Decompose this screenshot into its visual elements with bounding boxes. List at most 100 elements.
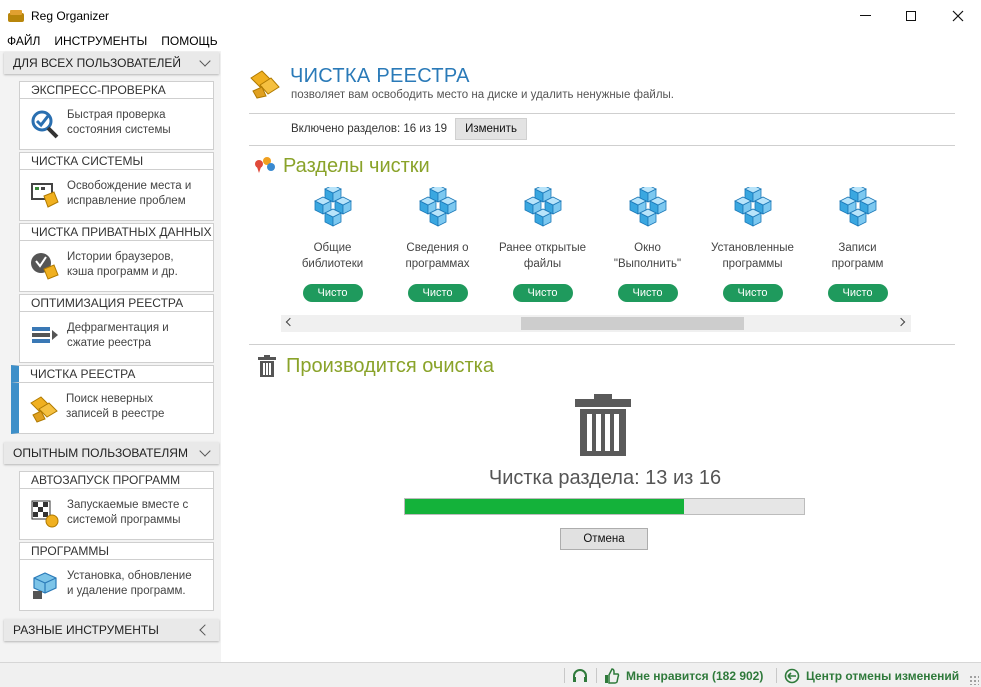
registry-defrag-icon <box>32 327 58 343</box>
minimize-button[interactable] <box>842 0 888 31</box>
section-tile[interactable]: Установленные программы Чисто <box>700 184 805 302</box>
system-cleanup-icon <box>31 183 59 208</box>
tile-label-line2: программах <box>405 258 470 270</box>
scroll-left-icon[interactable] <box>285 317 295 327</box>
divider <box>249 145 955 146</box>
section-tile[interactable]: Ранее открытые файлы Чисто <box>490 184 595 302</box>
card-line2: системой программы <box>67 513 181 526</box>
card-line1: Освобождение места и <box>67 180 192 192</box>
card-title: ЭКСПРЕСС-ПРОВЕРКА <box>19 81 214 99</box>
sidebar-card-privacy-cleanup[interactable]: ЧИСТКА ПРИВАТНЫХ ДАННЫХ Истории браузеро… <box>19 223 214 292</box>
thumbs-up-icon <box>605 667 620 684</box>
status-bar: Мне нравится (182 902) Центр отмены изме… <box>0 662 981 687</box>
menu-file[interactable]: ФАЙЛ <box>0 31 47 51</box>
divider <box>249 113 955 114</box>
progress-bar <box>404 498 805 515</box>
trash-icon <box>575 394 631 456</box>
autorun-icon <box>31 500 59 528</box>
card-line1: Запускаемые вместе с <box>67 499 189 511</box>
card-title: ПРОГРАММЫ <box>19 542 214 560</box>
card-line1: Поиск неверных <box>66 393 153 405</box>
sidebar-card-system-cleanup[interactable]: ЧИСТКА СИСТЕМЫ Освобождение места и испра… <box>19 152 214 221</box>
maximize-button[interactable] <box>888 0 934 31</box>
tile-label-line2: программы <box>722 258 783 270</box>
tile-label-line2: программ <box>831 258 884 270</box>
sidebar-card-express-check[interactable]: ЭКСПРЕСС-ПРОВЕРКА Быстрая проверка состоя… <box>19 81 214 150</box>
group-advanced-users-label: ОПЫТНЫМ ПОЛЬЗОВАТЕЛЯМ <box>13 446 188 460</box>
card-line2: состояния системы <box>67 123 171 136</box>
card-title: ОПТИМИЗАЦИЯ РЕЕСТРА <box>19 294 214 312</box>
card-line2: кэша программ и др. <box>67 265 178 278</box>
sidebar-card-registry-cleanup[interactable]: ЧИСТКА РЕЕСТРА Поиск неверных записей в р… <box>11 365 214 434</box>
card-line1: Быстрая проверка <box>67 109 166 121</box>
tile-label-line1: Общие <box>313 242 352 254</box>
status-badge[interactable]: Чисто <box>407 284 468 302</box>
progress-fill <box>405 499 685 514</box>
page-subtitle: позволяет вам освободить место на диске … <box>291 89 674 101</box>
privacy-cleanup-icon <box>31 253 59 280</box>
sections-title: Разделы чистки <box>283 155 430 177</box>
card-line2: исправление проблем <box>67 194 186 207</box>
tile-label-line2: "Выполнить" <box>613 258 682 270</box>
cubes-icon <box>733 184 772 227</box>
tile-label-line1: Сведения о <box>406 242 469 254</box>
separator <box>564 668 565 683</box>
status-badge[interactable]: Чисто <box>722 284 783 302</box>
menu-tools[interactable]: ИНСТРУМЕНТЫ <box>47 31 154 51</box>
trash-icon <box>258 355 276 377</box>
group-all-users[interactable]: ДЛЯ ВСЕХ ПОЛЬЗОВАТЕЛЕЙ <box>4 52 219 74</box>
programs-icon <box>33 572 57 599</box>
section-tile[interactable]: Записи программ Чисто <box>805 184 910 302</box>
included-sections-label: Включено разделов: 16 из 19 <box>291 123 448 135</box>
separator <box>776 668 777 683</box>
sidebar-card-programs[interactable]: ПРОГРАММЫ Установка, обновление и удалени… <box>19 542 214 611</box>
sidebar-card-autorun[interactable]: АВТОЗАПУСК ПРОГРАММ Запускаемые вместе с… <box>19 471 214 540</box>
menu-help[interactable]: ПОМОЩЬ <box>154 31 224 51</box>
scroll-right-icon[interactable] <box>896 317 906 327</box>
map-pins-icon <box>255 157 275 173</box>
page-title: ЧИСТКА РЕЕСТРА <box>290 65 470 87</box>
headset-icon[interactable] <box>572 668 588 684</box>
app-icon <box>8 9 24 23</box>
resize-grip[interactable] <box>969 675 979 685</box>
section-tile[interactable]: Общие библиотеки Чисто <box>280 184 385 302</box>
status-badge[interactable]: Чисто <box>512 284 573 302</box>
status-badge[interactable]: Чисто <box>617 284 678 302</box>
tile-label-line2: файлы <box>523 258 562 270</box>
tile-label-line1: Окно <box>634 242 661 254</box>
change-button[interactable]: Изменить <box>455 118 527 140</box>
undo-center-icon <box>784 668 800 683</box>
menu-bar: ФАЙЛ ИНСТРУМЕНТЫ ПОМОЩЬ <box>0 31 225 51</box>
cubes-icon <box>418 184 457 227</box>
status-badge[interactable]: Чисто <box>302 284 363 302</box>
section-tile[interactable]: Сведения о программах Чисто <box>385 184 490 302</box>
horizontal-scrollbar[interactable] <box>281 315 911 332</box>
card-title: ЧИСТКА СИСТЕМЫ <box>19 152 214 170</box>
card-title: ЧИСТКА РЕЕСТРА <box>11 365 214 383</box>
checkmark-magnifier-icon <box>31 110 59 139</box>
section-tile[interactable]: Окно "Выполнить" Чисто <box>595 184 700 302</box>
chevron-down-icon <box>199 445 211 457</box>
cubes-icon <box>313 184 352 227</box>
chevron-left-icon <box>199 624 211 636</box>
cancel-button[interactable]: Отмена <box>560 528 648 550</box>
tile-label-line2: библиотеки <box>301 258 364 270</box>
card-line1: Дефрагментация и <box>67 322 169 334</box>
tile-label-line1: Записи <box>838 242 877 254</box>
process-title: Производится очистка <box>286 355 494 377</box>
title-bar: Reg Organizer <box>0 0 981 31</box>
undo-center-label: Центр отмены изменений <box>806 668 960 683</box>
card-line1: Истории браузеров, <box>67 251 174 263</box>
status-badge[interactable]: Чисто <box>827 284 888 302</box>
scrollbar-thumb[interactable] <box>521 317 744 330</box>
close-button[interactable] <box>935 0 981 31</box>
tile-label-line1: Ранее открытые <box>498 242 587 254</box>
group-advanced-users[interactable]: ОПЫТНЫМ ПОЛЬЗОВАТЕЛЯМ <box>4 442 219 464</box>
group-misc-tools-label: РАЗНЫЕ ИНСТРУМЕНТЫ <box>13 623 159 637</box>
like-link[interactable]: Мне нравится (182 902) <box>604 663 763 687</box>
sidebar-card-registry-optimization[interactable]: ОПТИМИЗАЦИЯ РЕЕСТРА Дефрагментация и сжат… <box>19 294 214 363</box>
undo-center-link[interactable]: Центр отмены изменений <box>784 663 959 687</box>
group-misc-tools[interactable]: РАЗНЫЕ ИНСТРУМЕНТЫ <box>4 619 219 641</box>
close-icon <box>952 10 964 21</box>
cubes-icon <box>523 184 562 227</box>
